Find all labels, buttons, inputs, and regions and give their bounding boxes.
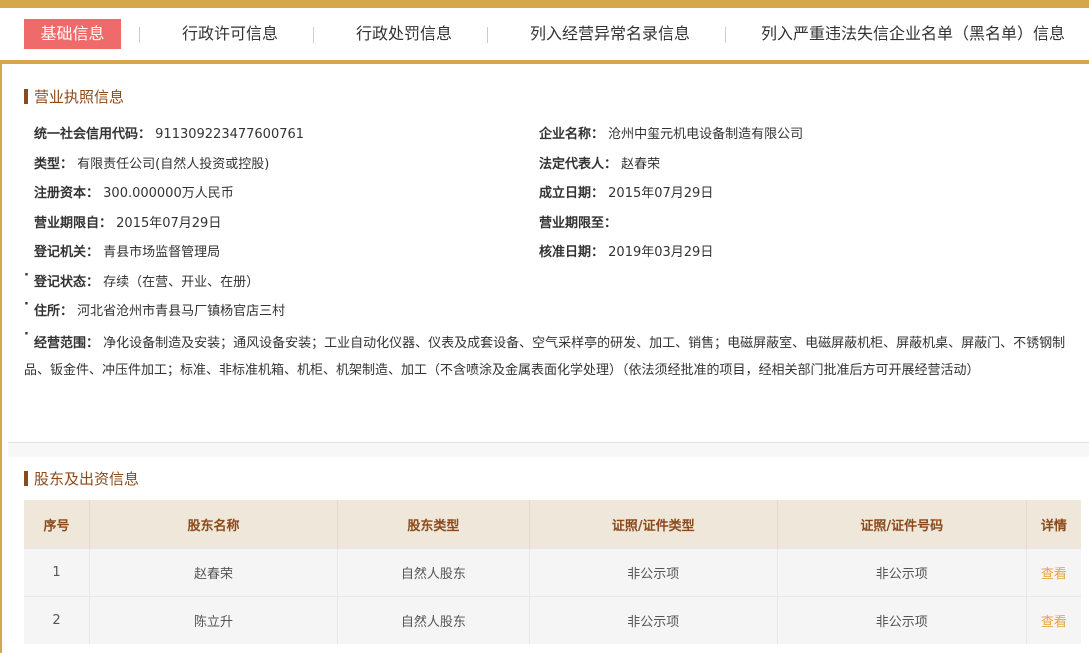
cell-detail: 查看 bbox=[1026, 548, 1081, 597]
field-legal-rep: 法定代表人： 赵春荣 bbox=[539, 153, 660, 172]
field-value: 2015年07月29日 bbox=[116, 216, 222, 231]
field-value: 净化设备制造及安装；通风设备安装；工业自动化仪器、仪表及成套设备、空气采样亭的研… bbox=[24, 336, 1066, 378]
field-label: 核准日期： bbox=[539, 245, 605, 260]
column-header-type: 股东类型 bbox=[337, 500, 530, 549]
cell-doc-type: 非公示项 bbox=[529, 548, 778, 597]
tab-abnormal-list[interactable]: 列入经营异常名录信息 bbox=[505, 19, 715, 49]
tab-separator bbox=[725, 27, 726, 43]
table-header-row: 序号 股东名称 股东类型 证照/证件类型 证照/证件号码 详情 bbox=[24, 500, 1081, 549]
tab-underline bbox=[0, 60, 1089, 64]
field-label: 统一社会信用代码： bbox=[34, 127, 152, 142]
field-label: 经营范围： bbox=[34, 336, 100, 351]
field-label: 住所： bbox=[34, 304, 74, 319]
left-border bbox=[0, 0, 2, 653]
field-label: 企业名称： bbox=[539, 127, 605, 142]
field-label: 营业期限自： bbox=[34, 216, 113, 231]
cell-type: 自然人股东 bbox=[337, 596, 530, 644]
section-title-text: 股东及出资信息 bbox=[34, 470, 140, 488]
top-border bbox=[0, 0, 1089, 8]
cell-name: 赵春荣 bbox=[89, 548, 338, 597]
cell-doc-no: 非公示项 bbox=[777, 596, 1027, 644]
field-label: 注册资本： bbox=[34, 186, 100, 201]
field-approval-date: 核准日期： 2019年03月29日 bbox=[539, 241, 713, 260]
table-row: 1 赵春荣 自然人股东 非公示项 非公示项 查看 bbox=[24, 548, 1081, 597]
cell-type: 自然人股东 bbox=[337, 548, 530, 597]
table-row: 2 陈立升 自然人股东 非公示项 非公示项 查看 bbox=[24, 596, 1081, 644]
field-term-from: 营业期限自： 2015年07月29日 bbox=[34, 212, 221, 231]
section-gap bbox=[8, 443, 1089, 457]
tab-separator bbox=[313, 27, 314, 43]
cell-no: 2 bbox=[24, 596, 91, 644]
tab-separator bbox=[487, 27, 488, 43]
column-header-no: 序号 bbox=[24, 500, 91, 549]
section-marker bbox=[24, 89, 28, 104]
tab-bar: 基础信息 行政许可信息 行政处罚信息 列入经营异常名录信息 列入严重违法失信企业… bbox=[0, 8, 1089, 60]
cell-name: 陈立升 bbox=[89, 596, 338, 644]
field-label: 登记机关： bbox=[34, 245, 100, 260]
field-label: 登记状态： bbox=[34, 275, 100, 290]
field-label: 营业期限至： bbox=[539, 216, 618, 231]
tab-admin-license[interactable]: 行政许可信息 bbox=[158, 19, 302, 49]
view-detail-link[interactable]: 查看 bbox=[1041, 615, 1067, 630]
field-value: 300.000000万人民币 bbox=[103, 186, 234, 201]
shareholder-table: 序号 股东名称 股东类型 证照/证件类型 证照/证件号码 详情 1 赵春荣 自然… bbox=[24, 500, 1081, 644]
field-value: 赵春荣 bbox=[621, 157, 661, 172]
section-title-text: 营业执照信息 bbox=[34, 88, 125, 106]
column-header-doc-no: 证照/证件号码 bbox=[777, 500, 1027, 549]
tab-separator bbox=[139, 27, 140, 43]
column-header-doc-type: 证照/证件类型 bbox=[529, 500, 778, 549]
field-company-name: 企业名称： 沧州中玺元机电设备制造有限公司 bbox=[539, 123, 803, 142]
section-title-shareholders: 股东及出资信息 bbox=[24, 468, 139, 489]
tab-basic-info[interactable]: 基础信息 bbox=[24, 19, 121, 49]
field-value: 2019年03月29日 bbox=[608, 245, 714, 260]
section-title-license: 营业执照信息 bbox=[24, 86, 124, 107]
field-status: 登记状态： 存续（在营、开业、在册） bbox=[34, 271, 259, 290]
view-detail-link[interactable]: 查看 bbox=[1041, 567, 1067, 582]
bullet-dot: · bbox=[24, 268, 29, 283]
field-label: 法定代表人： bbox=[539, 157, 618, 172]
cell-detail: 查看 bbox=[1026, 596, 1081, 644]
section-marker bbox=[24, 471, 28, 486]
field-capital: 注册资本： 300.000000万人民币 bbox=[34, 182, 234, 201]
field-credit-code: 统一社会信用代码： 911309223477600761 bbox=[34, 123, 304, 142]
column-header-detail: 详情 bbox=[1026, 500, 1081, 549]
column-header-name: 股东名称 bbox=[89, 500, 338, 549]
field-established: 成立日期： 2015年07月29日 bbox=[539, 182, 713, 201]
field-value: 911309223477600761 bbox=[155, 127, 305, 142]
cell-no: 1 bbox=[24, 548, 91, 597]
field-authority: 登记机关： 青县市场监督管理局 bbox=[34, 241, 220, 260]
field-business-scope: 经营范围： 净化设备制造及安装；通风设备安装；工业自动化仪器、仪表及成套设备、空… bbox=[24, 330, 1079, 384]
field-value: 青县市场监督管理局 bbox=[103, 245, 221, 260]
field-value: 存续（在营、开业、在册） bbox=[103, 275, 260, 290]
bullet-dot: · bbox=[24, 297, 29, 312]
field-type: 类型： 有限责任公司(自然人投资或控股) bbox=[34, 153, 269, 172]
field-value: 河北省沧州市青县马厂镇杨官店三村 bbox=[77, 304, 286, 319]
field-label: 成立日期： bbox=[539, 186, 605, 201]
field-label: 类型： bbox=[34, 157, 74, 172]
tab-admin-penalty[interactable]: 行政处罚信息 bbox=[330, 19, 478, 49]
field-value: 沧州中玺元机电设备制造有限公司 bbox=[608, 127, 804, 142]
tab-blacklist[interactable]: 列入严重违法失信企业名单（黑名单）信息 bbox=[745, 19, 1081, 49]
cell-doc-no: 非公示项 bbox=[777, 548, 1027, 597]
field-value: 有限责任公司(自然人投资或控股) bbox=[77, 157, 270, 172]
field-value: 2015年07月29日 bbox=[608, 186, 714, 201]
cell-doc-type: 非公示项 bbox=[529, 596, 778, 644]
field-address: 住所： 河北省沧州市青县马厂镇杨官店三村 bbox=[34, 300, 285, 319]
field-term-to: 营业期限至： bbox=[539, 212, 617, 231]
